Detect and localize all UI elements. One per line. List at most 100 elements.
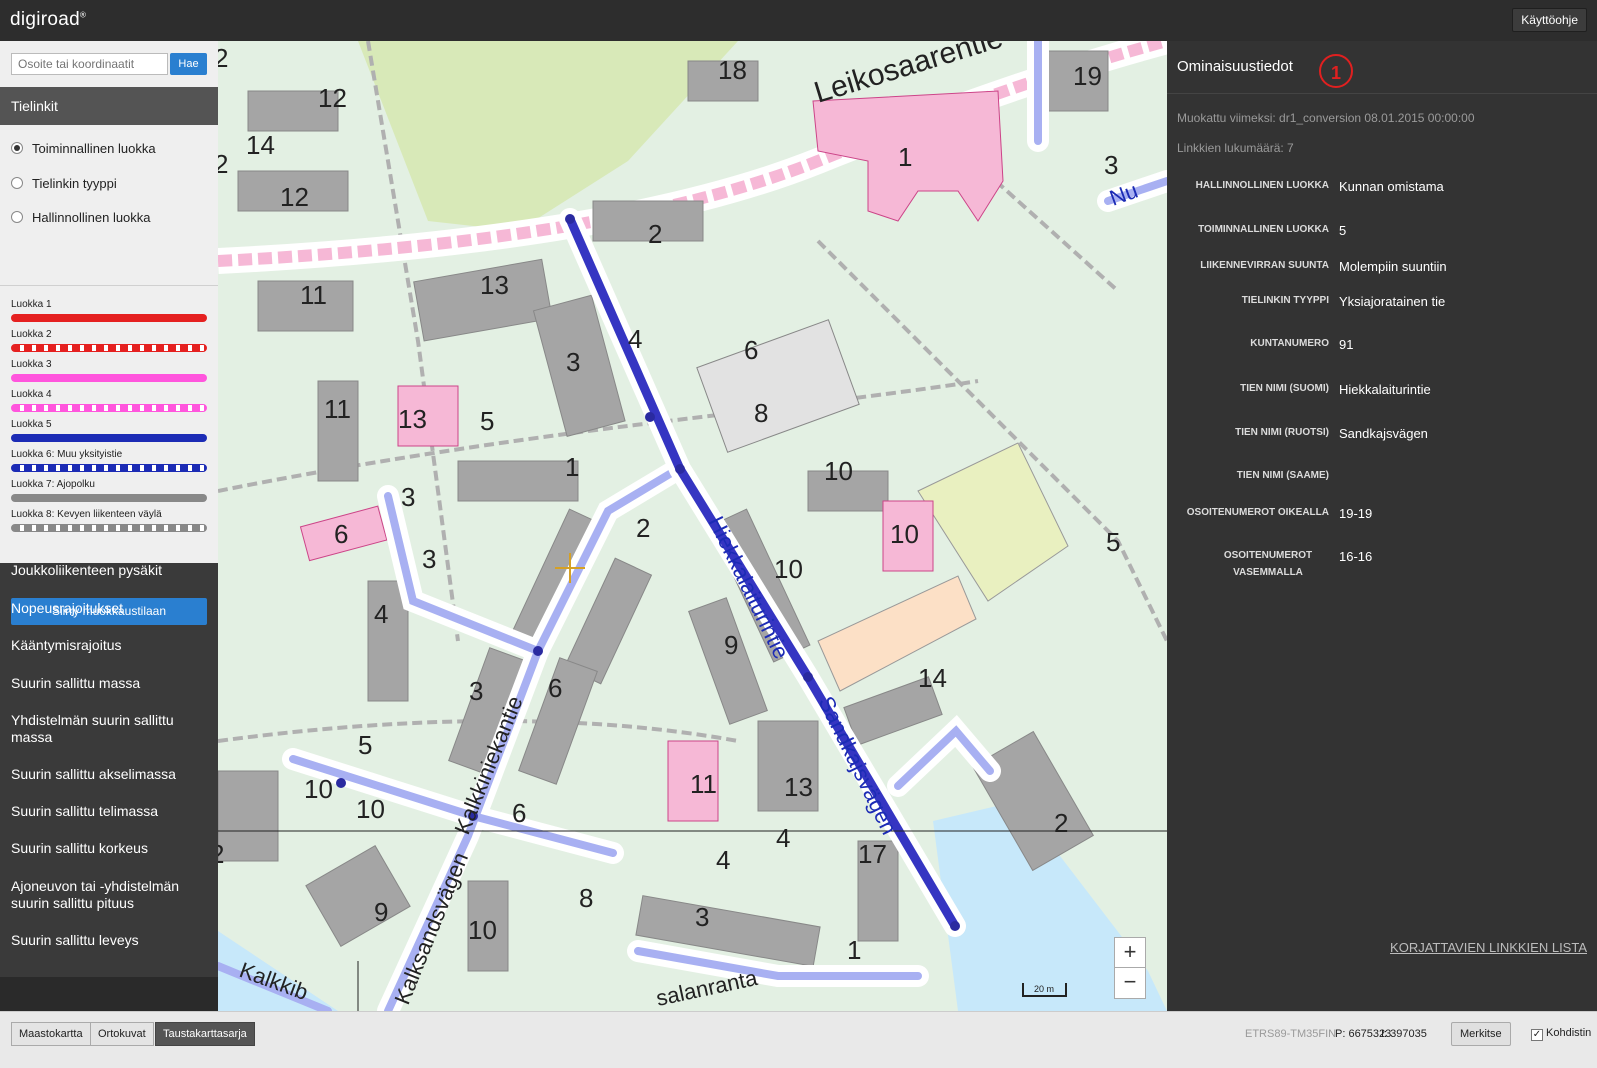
property-label: TIEN NIMI (SUOMI) bbox=[1240, 383, 1329, 394]
svg-text:10: 10 bbox=[890, 519, 919, 549]
search-button[interactable]: Hae bbox=[170, 53, 207, 75]
top-bar: digiroad® Käyttöohje bbox=[0, 0, 1597, 42]
legend-bar-class-2 bbox=[11, 344, 207, 352]
mark-button[interactable]: Merkitse bbox=[1451, 1022, 1511, 1046]
svg-text:1: 1 bbox=[565, 452, 579, 482]
nav-bus-stops[interactable]: Joukkoliikenteen pysäkit bbox=[11, 562, 211, 579]
nav-turn-restrictions[interactable]: Kääntymisrajoitus bbox=[11, 637, 211, 654]
svg-text:6: 6 bbox=[334, 519, 348, 549]
property-label: OSOITENUMEROT OIKEALLA bbox=[1186, 507, 1329, 518]
svg-text:11: 11 bbox=[300, 280, 327, 310]
crs-label: ETRS89-TM35FIN bbox=[1245, 1028, 1337, 1040]
left-panel: Hae Tielinkit Toiminnallinen luokka Tiel… bbox=[0, 41, 218, 977]
svg-text:3: 3 bbox=[469, 676, 483, 706]
annotation-badge: 1 bbox=[1319, 54, 1353, 88]
property-value: Yksiajoratainen tie bbox=[1339, 294, 1446, 309]
svg-text:10: 10 bbox=[304, 774, 333, 804]
zoom-in-button[interactable]: + bbox=[1114, 937, 1146, 969]
search-input[interactable] bbox=[11, 53, 168, 75]
legend-bar-class-5 bbox=[11, 434, 207, 442]
fix-links-list-link[interactable]: KORJATTAVIEN LINKKIEN LISTA bbox=[1390, 940, 1587, 955]
svg-text:10: 10 bbox=[774, 554, 803, 584]
svg-text:4: 4 bbox=[776, 823, 790, 853]
svg-text:6: 6 bbox=[548, 673, 562, 703]
svg-text:19: 19 bbox=[1073, 61, 1102, 91]
digiroad-logo[interactable]: digiroad® bbox=[10, 9, 86, 31]
panel-title: Ominaisuustiedot bbox=[1177, 58, 1293, 75]
coordinate-i: I: 397035 bbox=[1381, 1028, 1427, 1040]
legend-label: Luokka 2 bbox=[11, 329, 52, 340]
property-label: OSOITENUMEROT VASEMMALLA bbox=[1223, 550, 1313, 578]
radio-link-type[interactable]: Tielinkin tyyppi bbox=[11, 176, 117, 191]
nav-max-bogie-mass[interactable]: Suurin sallittu telimassa bbox=[11, 803, 211, 820]
tielinkit-panel: Toiminnallinen luokka Tielinkin tyyppi H… bbox=[0, 125, 218, 625]
svg-text:3: 3 bbox=[695, 902, 709, 932]
svg-text:3: 3 bbox=[422, 544, 436, 574]
radio-administrative-class[interactable]: Hallinnollinen luokka bbox=[11, 210, 151, 225]
svg-text:2: 2 bbox=[648, 219, 662, 249]
legend-bar-class-3 bbox=[11, 374, 207, 382]
background-button-ortho[interactable]: Ortokuvat bbox=[90, 1022, 154, 1046]
nav-max-mass[interactable]: Suurin sallittu massa bbox=[11, 675, 211, 692]
svg-text:12: 12 bbox=[280, 182, 309, 212]
svg-text:13: 13 bbox=[480, 270, 509, 300]
svg-text:5: 5 bbox=[1106, 527, 1120, 557]
property-label: TIEN NIMI (SAAME) bbox=[1236, 470, 1329, 481]
svg-text:10: 10 bbox=[468, 915, 497, 945]
svg-text:8: 8 bbox=[754, 398, 768, 428]
legend-bar-class-1 bbox=[11, 314, 207, 322]
background-button-background-map[interactable]: Taustakarttasarja bbox=[155, 1022, 255, 1046]
svg-text:8: 8 bbox=[579, 883, 593, 913]
svg-text:11: 11 bbox=[324, 394, 351, 424]
map-canvas[interactable]: Leikosaarentie Hiekkalaiturintie Sandkaj… bbox=[218, 41, 1167, 1011]
svg-text:2: 2 bbox=[1054, 808, 1068, 838]
nav-max-width[interactable]: Suurin sallittu leveys bbox=[11, 932, 211, 949]
nav-max-height[interactable]: Suurin sallittu korkeus bbox=[11, 840, 211, 857]
nav-speed-limits[interactable]: Nopeusrajoitukset bbox=[11, 600, 211, 617]
nav-max-length[interactable]: Ajoneuvon tai -yhdistelmän suurin sallit… bbox=[11, 878, 211, 912]
checkbox[interactable]: ✓ bbox=[1531, 1029, 1543, 1041]
svg-text:2: 2 bbox=[636, 513, 650, 543]
footpaths bbox=[218, 41, 1167, 743]
cursor-toggle[interactable]: ✓ Kohdistin bbox=[1531, 1027, 1591, 1041]
svg-text:13: 13 bbox=[784, 772, 813, 802]
map-view[interactable]: Leikosaarentie Hiekkalaiturintie Sandkaj… bbox=[218, 41, 1167, 1011]
nav-max-combination-mass[interactable]: Yhdistelmän suurin sallittu massa bbox=[11, 712, 211, 746]
zoom-out-button[interactable]: − bbox=[1114, 967, 1146, 999]
legend-bar-class-8 bbox=[11, 524, 207, 532]
tielinkit-header[interactable]: Tielinkit bbox=[0, 87, 218, 125]
help-button[interactable]: Käyttöohje bbox=[1512, 8, 1587, 32]
radio-button[interactable] bbox=[11, 211, 23, 223]
divider bbox=[0, 285, 218, 286]
property-value: 5 bbox=[1339, 223, 1347, 238]
svg-text:11: 11 bbox=[690, 769, 717, 799]
link-count: Linkkien lukumäärä: 7 bbox=[1177, 141, 1294, 155]
svg-text:4: 4 bbox=[716, 845, 730, 875]
svg-text:5: 5 bbox=[480, 406, 494, 436]
legend-label: Luokka 5 bbox=[11, 419, 52, 430]
property-value: Sandkajsvägen bbox=[1339, 426, 1428, 441]
svg-text:14: 14 bbox=[918, 663, 947, 693]
nav-max-axle-mass[interactable]: Suurin sallittu akselimassa bbox=[11, 766, 211, 783]
orange-area bbox=[817, 575, 977, 692]
property-value: 91 bbox=[1339, 337, 1354, 352]
svg-text:17: 17 bbox=[858, 839, 887, 869]
svg-text:13: 13 bbox=[398, 404, 427, 434]
svg-text:12: 12 bbox=[318, 83, 347, 113]
svg-text:9: 9 bbox=[724, 630, 738, 660]
svg-text:6: 6 bbox=[512, 798, 526, 828]
svg-text:10: 10 bbox=[356, 794, 385, 824]
legend-label: Luokka 1 bbox=[11, 299, 52, 310]
svg-text:3: 3 bbox=[401, 482, 415, 512]
legend-label: Luokka 6: Muu yksityistie bbox=[11, 449, 123, 460]
background-button-terrain[interactable]: Maastokartta bbox=[11, 1022, 91, 1046]
radio-button-checked[interactable] bbox=[11, 142, 23, 154]
svg-text:3: 3 bbox=[1104, 150, 1118, 180]
legend-label: Luokka 3 bbox=[11, 359, 52, 370]
radio-functional-class[interactable]: Toiminnallinen luokka bbox=[11, 141, 156, 156]
radio-button[interactable] bbox=[11, 177, 23, 189]
svg-text:5: 5 bbox=[358, 730, 372, 760]
property-label: TIELINKIN TYYPPI bbox=[1241, 295, 1329, 306]
svg-text:4: 4 bbox=[374, 599, 388, 629]
property-value: Kunnan omistama bbox=[1339, 179, 1444, 194]
